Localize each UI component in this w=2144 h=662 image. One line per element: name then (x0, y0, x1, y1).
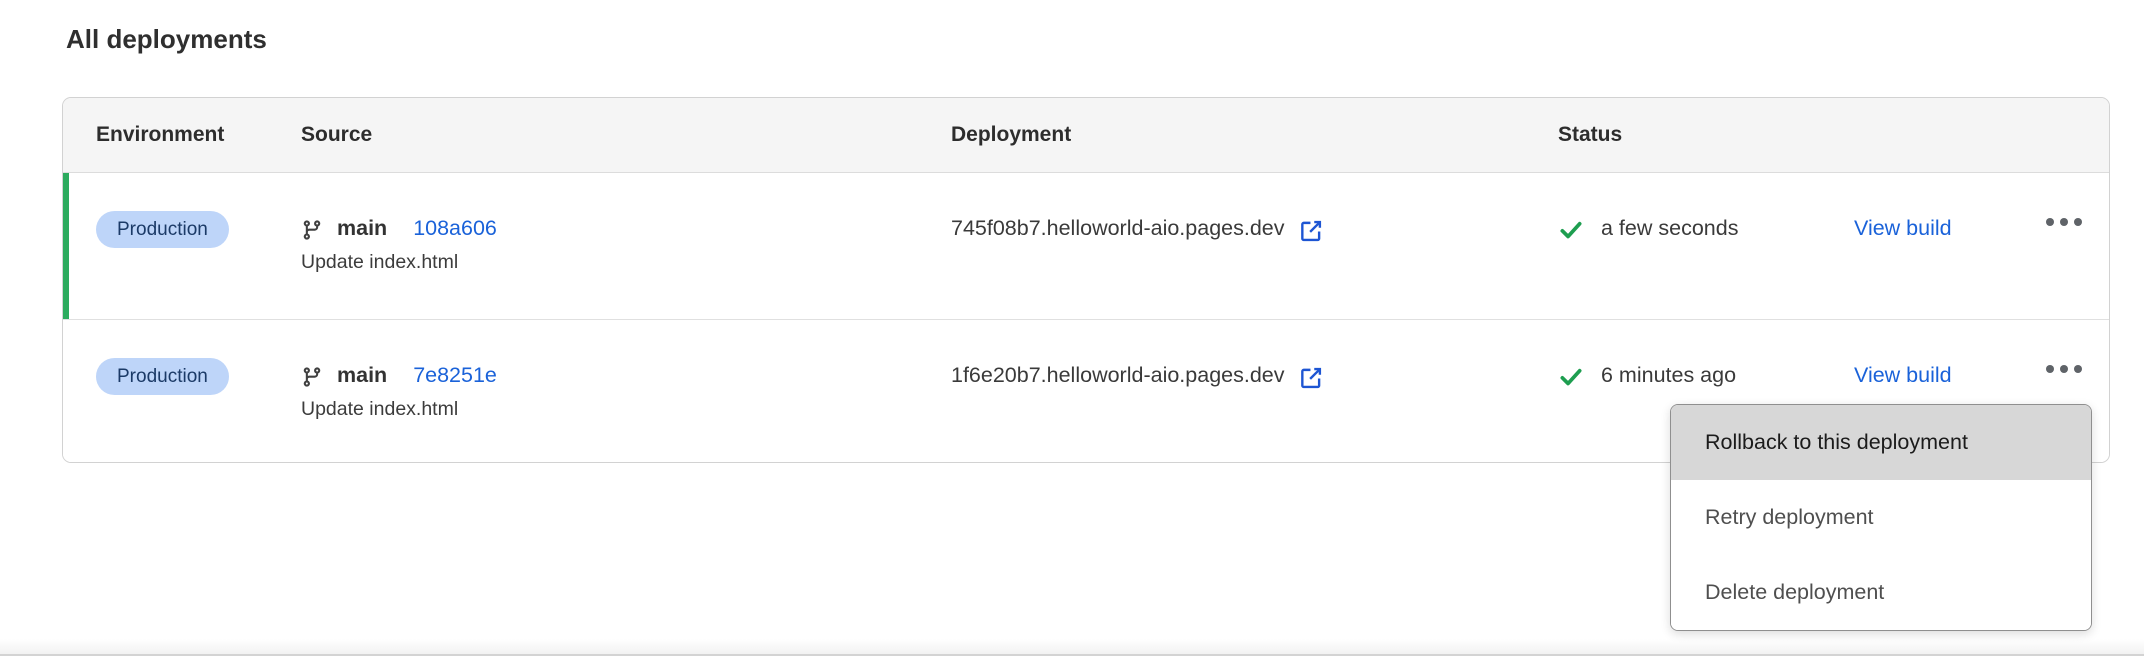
external-link-icon[interactable] (1298, 218, 1324, 244)
deployment-options-button[interactable] (2038, 353, 2090, 385)
branch-name: main (337, 213, 387, 243)
menu-item-delete[interactable]: Delete deployment (1671, 555, 2091, 630)
header-environment: Environment (96, 123, 301, 147)
check-icon (1558, 217, 1584, 243)
branch-name: main (337, 360, 387, 390)
header-source: Source (301, 123, 951, 147)
git-branch-icon (301, 219, 323, 241)
check-icon (1558, 364, 1584, 390)
header-status: Status (1558, 123, 2109, 147)
environment-badge: Production (96, 358, 229, 395)
section-divider (0, 639, 2144, 656)
view-build-link[interactable]: View build (1854, 213, 1952, 243)
deployment-url: 1f6e20b7.helloworld-aio.pages.dev (951, 360, 1285, 390)
environment-badge: Production (96, 211, 229, 248)
commit-link[interactable]: 7e8251e (413, 360, 497, 390)
page-title: All deployments (66, 24, 267, 55)
deployment-options-button[interactable] (2038, 206, 2090, 238)
table-row: Production main 108a606 Update index.htm… (63, 173, 2109, 319)
table-header-row: Environment Source Deployment Status (63, 98, 2109, 173)
header-deployment: Deployment (951, 123, 1558, 147)
git-branch-icon (301, 366, 323, 388)
commit-message: Update index.html (301, 248, 951, 276)
external-link-icon[interactable] (1298, 365, 1324, 391)
commit-message: Update index.html (301, 395, 951, 423)
commit-link[interactable]: 108a606 (413, 213, 497, 243)
menu-item-rollback[interactable]: Rollback to this deployment (1671, 405, 2091, 480)
status-time: a few seconds (1601, 213, 1738, 243)
view-build-link[interactable]: View build (1854, 360, 1952, 390)
deployment-options-menu: Rollback to this deployment Retry deploy… (1670, 404, 2092, 631)
status-time: 6 minutes ago (1601, 360, 1736, 390)
menu-item-retry[interactable]: Retry deployment (1671, 480, 2091, 555)
deployment-url: 745f08b7.helloworld-aio.pages.dev (951, 213, 1285, 243)
